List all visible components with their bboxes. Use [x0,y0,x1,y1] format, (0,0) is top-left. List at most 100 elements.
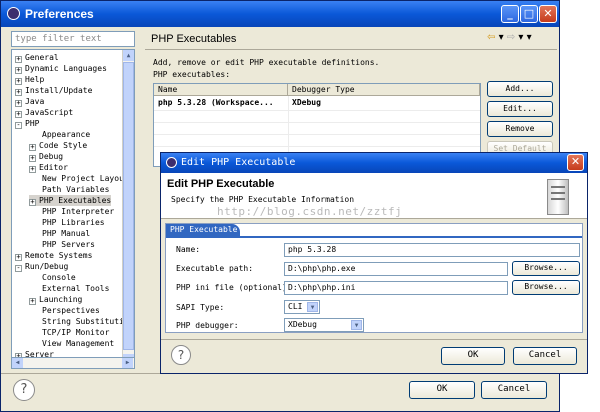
dialog-close-icon[interactable]: ✕ [567,154,584,171]
tree-item[interactable]: + Debug [29,151,63,162]
tree-item[interactable]: PHP Interpreter [29,206,114,217]
help-icon[interactable]: ? [13,379,35,401]
table-row[interactable]: php 5.3.28 (Workspace... XDebug [154,97,480,109]
close-icon[interactable]: ✕ [539,5,557,23]
expand-icon[interactable]: + [29,298,36,305]
tree-item[interactable]: String Substitutio [29,316,129,327]
expand-icon[interactable]: + [15,111,22,118]
expand-icon[interactable]: + [29,144,36,151]
tree-item[interactable]: + Remote Systems [15,250,92,261]
collapse-icon[interactable]: - [15,122,22,129]
tab-php-executable[interactable]: PHP Executable [166,224,240,236]
browse-ini-button[interactable]: Browse... [512,280,580,295]
tree-item[interactable]: - PHP [15,118,39,129]
tree-item[interactable]: New Project Layout [29,173,129,184]
tree-item[interactable]: Console [29,272,76,283]
tree-item[interactable]: Path Variables [29,184,109,195]
tree-item[interactable]: + Code Style [29,140,87,151]
expand-icon[interactable]: + [15,254,22,261]
php-debugger-select[interactable]: XDebug ▼ [284,318,364,332]
dialog-help-icon[interactable]: ? [171,345,191,365]
sapi-type-select[interactable]: CLI ▼ [284,300,320,314]
expand-icon[interactable]: + [15,56,22,63]
tree-item-label: Java [25,97,45,106]
ini-file-label: PHP ini file (optional): [176,283,292,292]
row-divider [154,134,480,135]
forward-arrow-icon[interactable]: ⇨ [507,32,515,43]
filter-input[interactable]: type filter text [11,31,135,47]
back-dropdown-icon[interactable]: ▾ [499,32,504,43]
page-navigation: ⇦ ▾ ⇨ ▾ ▾ [487,32,532,43]
edit-php-executable-dialog: Edit PHP Executable ✕ Edit PHP Executabl… [160,152,588,374]
dialog-header: Edit PHP Executable Specify the PHP Exec… [161,173,587,219]
tree-vertical-scrollbar[interactable]: ▲ ▼ [122,50,134,366]
remove-button[interactable]: Remove [487,121,553,137]
tree-item[interactable]: + JavaScript [15,107,73,118]
chevron-down-icon[interactable]: ▼ [307,302,318,312]
ok-button[interactable]: OK [409,381,475,399]
dialog-cancel-button[interactable]: Cancel [513,347,577,365]
tree-item-label: Editor [39,163,68,172]
scroll-thumb[interactable] [123,62,134,350]
dialog-ok-button[interactable]: OK [441,347,505,365]
tree-item[interactable]: + Help [15,74,44,85]
expand-icon[interactable]: + [29,166,36,173]
preferences-titlebar[interactable]: Preferences _ □ ✕ [1,1,559,27]
row-name-cell: php 5.3.28 (Workspace... [158,98,274,107]
expand-icon[interactable]: + [15,100,22,107]
tree-item-label: General [25,53,59,62]
minimize-icon[interactable]: _ [501,5,519,23]
tree-item[interactable]: + Editor [29,162,68,173]
dialog-titlebar[interactable]: Edit PHP Executable ✕ [161,153,587,173]
view-menu-icon[interactable]: ▾ [527,32,532,43]
chevron-down-icon[interactable]: ▼ [351,320,362,330]
scroll-up-icon[interactable]: ▲ [123,50,134,61]
tree-item[interactable]: Appearance [29,129,90,140]
executable-path-label: Executable path: [176,264,254,273]
tree-item[interactable]: + Java [15,96,44,107]
tree-item[interactable]: + Launching [29,294,82,305]
dialog-title: Edit PHP Executable [181,157,296,168]
row-divider [154,122,480,123]
tree-horizontal-scrollbar[interactable]: ◀ ▶ [11,357,135,369]
tree-item[interactable]: + Dynamic Languages [15,63,107,74]
expand-icon[interactable]: + [15,67,22,74]
expand-icon[interactable]: + [15,89,22,96]
scroll-right-icon[interactable]: ▶ [122,358,133,368]
column-header-debugger[interactable]: Debugger Type [288,84,480,96]
tree-item-label: Appearance [42,130,91,139]
cancel-button[interactable]: Cancel [481,381,547,399]
maximize-icon[interactable]: □ [520,5,538,23]
row-divider [154,146,480,147]
executable-tab-panel: PHP Executable Name: php 5.3.28 Executab… [165,223,583,333]
tree-item[interactable]: + Install/Update [15,85,92,96]
column-header-name[interactable]: Name [154,84,288,96]
ini-file-field[interactable]: D:\php\php.ini [284,281,508,295]
tab-underline [166,236,582,238]
forward-dropdown-icon[interactable]: ▾ [518,32,523,43]
name-field[interactable]: php 5.3.28 [284,243,580,257]
tree-item[interactable]: PHP Manual [29,228,90,239]
tree-item[interactable]: PHP Libraries [29,217,105,228]
back-arrow-icon[interactable]: ⇦ [487,32,495,43]
expand-icon[interactable]: + [29,199,36,206]
tree-item[interactable]: + PHP Executables [29,195,112,206]
expand-icon[interactable]: + [29,155,36,162]
edit-button[interactable]: Edit... [487,101,553,117]
tree-item[interactable]: PHP Servers [29,239,95,250]
tree-item[interactable]: + General [15,52,59,63]
expand-icon[interactable]: + [15,78,22,85]
tree-item[interactable]: View Management [29,338,114,349]
browse-executable-button[interactable]: Browse... [512,261,580,276]
tree-item[interactable]: - Run/Debug [15,261,68,272]
server-slot [551,192,565,194]
tree-item[interactable]: External Tools [29,283,109,294]
row-divider [154,110,480,111]
executable-path-field[interactable]: D:\php\php.exe [284,262,508,276]
collapse-icon[interactable]: - [15,265,22,272]
scroll-left-icon[interactable]: ◀ [12,358,23,368]
tree-item[interactable]: Perspectives [29,305,100,316]
tree-item[interactable]: TCP/IP Monitor [29,327,109,338]
add-button[interactable]: Add... [487,81,553,97]
page-title: PHP Executables [151,33,237,45]
